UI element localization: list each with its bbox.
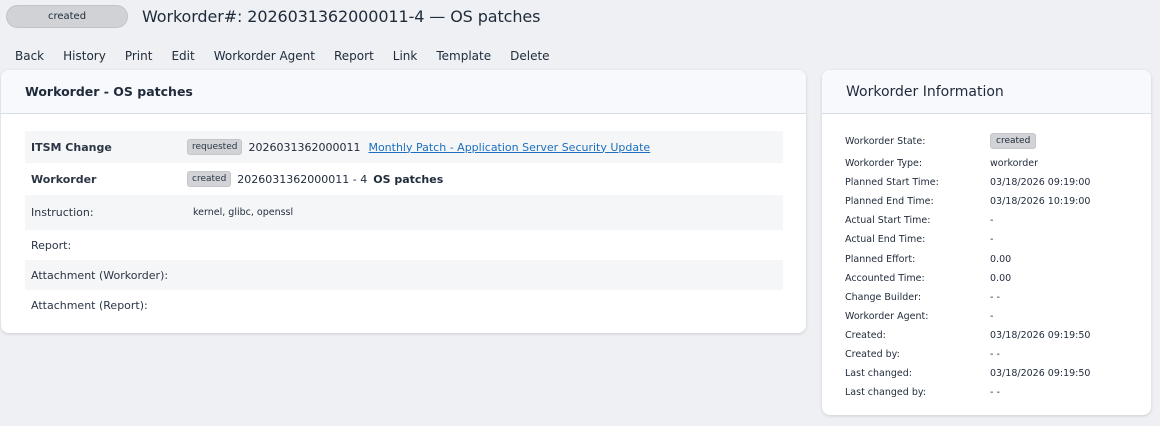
change-state-badge: requested [187,139,243,155]
info-card-title: Workorder Information [846,83,1004,100]
info-row-type: Workorder Type: workorder [845,154,1135,173]
action-menu: Back History Print Edit Workorder Agent … [15,49,569,63]
link-link[interactable]: Link [393,49,418,63]
info-value: 03/18/2026 09:19:00 [990,177,1091,189]
workorder-card-title: Workorder - OS patches [25,84,193,99]
info-value: - [990,310,994,322]
workorder-state-pill: created [6,4,128,28]
info-label: Workorder Type: [845,158,923,170]
info-row-created: Created: 03/18/2026 09:19:50 [845,326,1135,345]
instruction-label: Instruction: [31,206,94,219]
info-row-state: Workorder State: created [845,128,1135,154]
attachment-workorder-label: Attachment (Workorder): [31,268,169,282]
delete-link[interactable]: Delete [510,49,549,63]
info-row-actual-end: Actual End Time: - [845,230,1135,249]
change-number: 2026031362000011 [248,140,361,154]
instruction-row: Instruction: kernel, glibc, openssl [25,195,783,230]
template-link[interactable]: Template [436,49,491,63]
history-link[interactable]: History [63,49,106,63]
info-label: Planned End Time: [845,196,934,208]
info-value: 0.00 [990,272,1012,284]
title-bar: created Workorder#: 2026031362000011-4 —… [6,3,540,29]
info-value: - - [990,387,1000,399]
attachment-report-row: Attachment (Report): [25,290,783,320]
workorder-label: Workorder [31,172,97,186]
itsm-change-row: ITSM Change requested 2026031362000011 M… [25,131,783,163]
workorder-information-card: Workorder Information Workorder State: c… [822,70,1151,415]
edit-link[interactable]: Edit [171,49,194,63]
info-label: Change Builder: [845,291,922,303]
info-label: Planned Start Time: [845,177,939,189]
info-value: created [990,133,1037,149]
info-value: 03/18/2026 09:19:50 [990,368,1091,380]
workorder-value: created 2026031362000011 - 4 OS patches [187,171,443,187]
back-link[interactable]: Back [15,49,44,63]
info-value: 03/18/2026 09:19:50 [990,329,1091,341]
itsm-change-label: ITSM Change [31,140,112,154]
state-badge: created [990,133,1037,149]
info-row-change-builder: Change Builder: - - [845,288,1135,307]
info-label: Created by: [845,348,900,360]
change-title-link[interactable]: Monthly Patch - Application Server Secur… [368,141,650,154]
info-row-accounted-time: Accounted Time: 0.00 [845,269,1135,288]
info-row-workorder-agent: Workorder Agent: - [845,307,1135,326]
report-row: Report: [25,230,783,260]
print-link[interactable]: Print [125,49,153,63]
workorder-details: ITSM Change requested 2026031362000011 M… [25,131,783,320]
info-label: Actual Start Time: [845,215,931,227]
workorder-agent-link[interactable]: Workorder Agent [214,49,315,63]
attachment-workorder-row: Attachment (Workorder): [25,260,783,290]
info-value: 03/18/2026 10:19:00 [990,196,1091,208]
info-label: Actual End Time: [845,234,926,246]
report-label: Report: [31,238,72,252]
info-row-planned-start: Planned Start Time: 03/18/2026 09:19:00 [845,173,1135,192]
info-label: Accounted Time: [845,272,925,284]
info-label: Workorder Agent: [845,310,929,322]
info-list: Workorder State: created Workorder Type:… [845,128,1135,402]
page-title: Workorder#: 2026031362000011-4 — OS patc… [142,6,541,26]
info-value: - [990,234,994,246]
info-value: workorder [990,158,1038,170]
info-row-planned-effort: Planned Effort: 0.00 [845,249,1135,268]
workorder-number: 2026031362000011 - 4 [237,172,368,186]
instruction-value: kernel, glibc, openssl [193,207,294,218]
info-card-header: Workorder Information [822,70,1151,114]
info-row-last-changed-by: Last changed by: - - [845,383,1135,402]
itsm-change-value: requested 2026031362000011 Monthly Patch… [187,139,650,155]
instruction-value-wrap: kernel, glibc, openssl [187,207,293,218]
info-row-last-changed: Last changed: 03/18/2026 09:19:50 [845,364,1135,383]
info-row-planned-end: Planned End Time: 03/18/2026 10:19:00 [845,192,1135,211]
attachment-report-label: Attachment (Report): [31,298,148,312]
info-row-created-by: Created by: - - [845,345,1135,364]
info-label: Workorder State: [845,135,926,147]
info-label: Created: [845,329,886,341]
info-label: Last changed: [845,368,913,380]
info-label: Last changed by: [845,387,926,399]
workorder-card-header: Workorder - OS patches [1,70,806,114]
info-value: 0.00 [990,253,1012,265]
info-value: - - [990,291,1000,303]
workorder-row: Workorder created 2026031362000011 - 4 O… [25,163,783,195]
info-value: - [990,215,994,227]
workorder-card: Workorder - OS patches ITSM Change reque… [1,70,806,333]
workorder-name: OS patches [373,172,444,186]
info-value: - - [990,348,1000,360]
info-row-actual-start: Actual Start Time: - [845,211,1135,230]
report-link[interactable]: Report [334,49,374,63]
info-label: Planned Effort: [845,253,916,265]
workorder-state-badge: created [187,171,232,187]
